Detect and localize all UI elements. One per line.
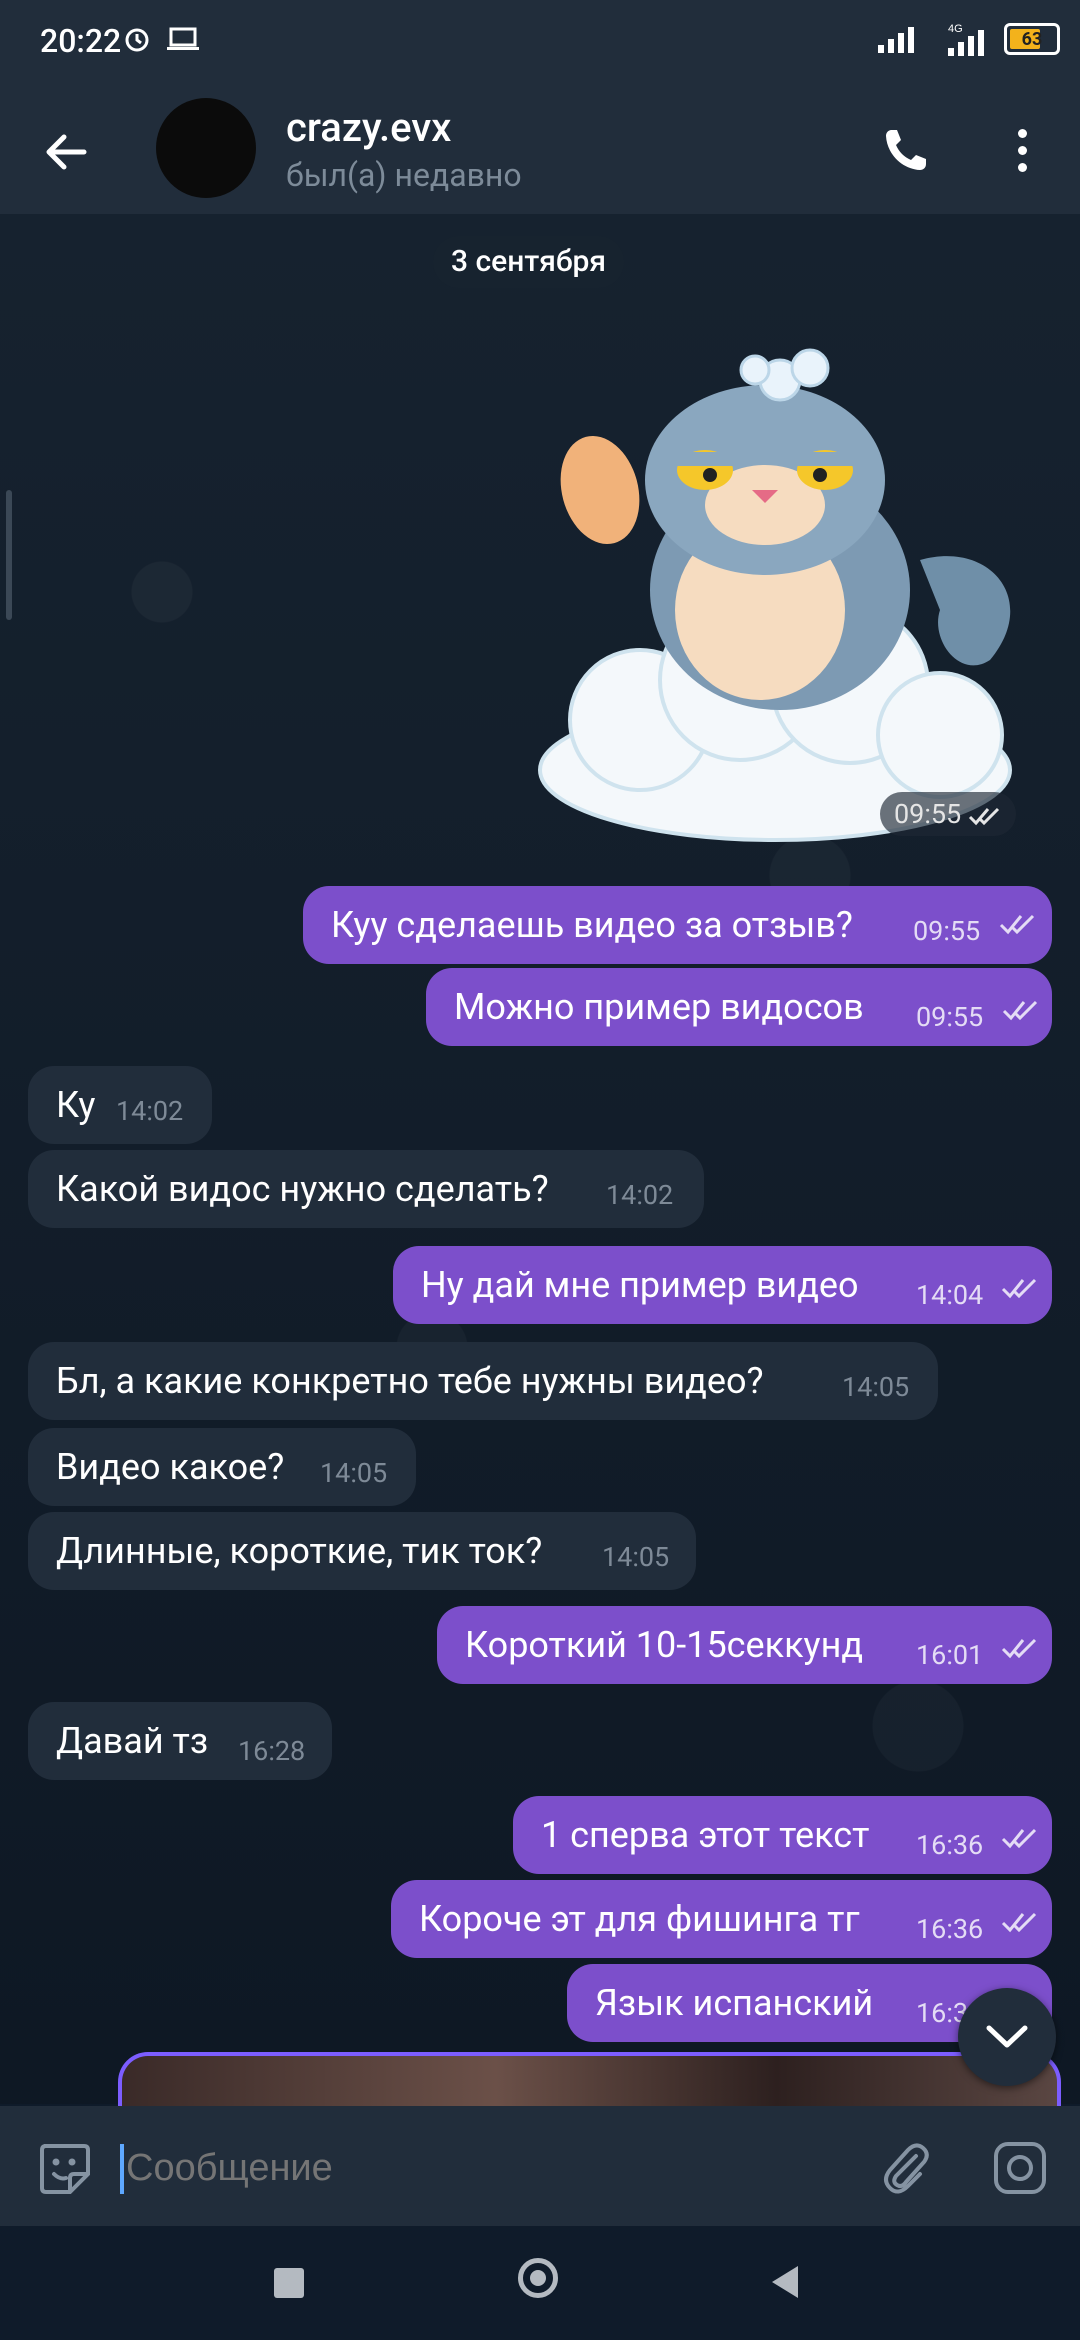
status-bar: 20:22 4G 63 xyxy=(0,0,1080,86)
message-bubble-outgoing[interactable]: Куу сделаешь видео за отзыв? 09:55 xyxy=(303,886,1052,964)
home-button[interactable] xyxy=(518,2258,558,2298)
more-options-button[interactable] xyxy=(1000,122,1044,178)
message-text: Короткий 10-15секкунд xyxy=(465,1624,864,1666)
message-time: 14:05 xyxy=(602,1541,670,1573)
message-input-bar xyxy=(0,2106,1080,2226)
message-input[interactable] xyxy=(124,2134,848,2202)
message-bubble-outgoing[interactable]: Ну дай мне пример видео 14:04 xyxy=(393,1246,1052,1324)
message-time: 14:04 xyxy=(916,1279,984,1311)
network-label: 4G xyxy=(948,23,963,35)
signal-icon xyxy=(878,27,914,53)
battery-icon: 63 xyxy=(1004,23,1060,55)
message-bubble-outgoing[interactable]: Короткий 10-15секкунд 16:01 xyxy=(437,1606,1052,1684)
avatar[interactable] xyxy=(156,98,256,198)
double-check-icon xyxy=(1001,1638,1037,1659)
more-vert-icon xyxy=(1017,128,1027,138)
system-back-button[interactable] xyxy=(772,2266,798,2298)
message-text: Короче эт для фишинга тг xyxy=(419,1898,860,1940)
message-text: Можно пример видосов xyxy=(454,986,864,1028)
system-nav-bar xyxy=(0,2226,1080,2340)
message-time: 16:01 xyxy=(916,1639,984,1671)
double-check-icon xyxy=(1001,1278,1037,1299)
message-bubble-incoming[interactable]: Какой видос нужно сделать? 14:02 xyxy=(28,1150,704,1228)
signal-4g-icon: 4G xyxy=(948,23,984,56)
message-time: 09:55 xyxy=(916,1001,984,1033)
date-separator: 3 сентября xyxy=(433,236,625,288)
message-bubble-incoming[interactable]: Ку 14:02 xyxy=(28,1066,212,1144)
message-time: 16:28 xyxy=(238,1735,306,1767)
recents-button[interactable] xyxy=(274,2268,304,2298)
sticker-image[interactable] xyxy=(520,340,1030,850)
message-bubble-outgoing[interactable]: 1 сперва этот текст 16:36 xyxy=(513,1796,1052,1874)
message-text: Ну дай мне пример видео xyxy=(421,1264,859,1306)
message-bubble-incoming[interactable]: Давай тз 16:28 xyxy=(28,1702,332,1780)
message-bubble-outgoing[interactable]: Короче эт для фишинга тг 16:36 xyxy=(391,1880,1052,1958)
chevron-down-icon xyxy=(986,2025,1028,2048)
laptop-icon xyxy=(167,27,199,50)
sticker-time-text: 09:55 xyxy=(894,798,962,830)
sticker-icon[interactable] xyxy=(34,2138,94,2198)
double-check-icon xyxy=(1002,1000,1038,1021)
scroll-down-button[interactable] xyxy=(958,1988,1056,2086)
attach-icon[interactable] xyxy=(876,2138,936,2198)
message-time: 14:02 xyxy=(606,1179,674,1211)
chat-header: crazy.evx был(а) недавно xyxy=(0,86,1080,214)
message-text: Видео какое? xyxy=(56,1446,285,1488)
message-text: Ку xyxy=(56,1084,96,1126)
message-time: 09:55 xyxy=(913,915,981,947)
double-check-icon xyxy=(1001,1912,1037,1933)
message-text: Длинные, короткие, тик ток? xyxy=(56,1530,543,1572)
alarm-icon xyxy=(125,28,149,52)
message-bubble-incoming[interactable]: Длинные, короткие, тик ток? 14:05 xyxy=(28,1512,696,1590)
message-text: Бл, а какие конкретно тебе нужны видео? xyxy=(56,1360,764,1402)
double-check-icon xyxy=(999,914,1035,935)
message-time: 14:05 xyxy=(320,1457,388,1489)
sticker-time: 09:55 xyxy=(880,792,1016,836)
message-bubble-incoming[interactable]: Бл, а какие конкретно тебе нужны видео? … xyxy=(28,1342,938,1420)
status-time: 20:22 xyxy=(40,22,122,60)
message-time: 16:36 xyxy=(916,1913,984,1945)
double-check-icon xyxy=(1001,1828,1037,1849)
message-bubble-outgoing[interactable]: Можно пример видосов 09:55 xyxy=(426,968,1052,1046)
message-time: 14:02 xyxy=(116,1095,184,1127)
camera-icon[interactable] xyxy=(990,2138,1050,2198)
message-text: 1 сперва этот текст xyxy=(541,1814,870,1856)
message-time: 16:36 xyxy=(916,1829,984,1861)
message-text: Какой видос нужно сделать? xyxy=(56,1168,549,1210)
scrollbar[interactable] xyxy=(6,490,12,620)
message-text: Куу сделаешь видео за отзыв? xyxy=(331,904,853,946)
battery-level: 63 xyxy=(1021,28,1043,50)
message-bubble-incoming[interactable]: Видео какое? 14:05 xyxy=(28,1428,416,1506)
message-text: Давай тз xyxy=(56,1720,209,1762)
message-time: 14:05 xyxy=(842,1371,910,1403)
contact-name[interactable]: crazy.evx xyxy=(286,104,451,151)
back-arrow-icon xyxy=(46,134,87,170)
phone-icon[interactable] xyxy=(878,122,934,178)
message-text: Язык испанский xyxy=(595,1982,874,2024)
contact-status: был(а) недавно xyxy=(286,156,522,194)
back-button[interactable] xyxy=(38,124,94,180)
double-check-icon xyxy=(968,807,1000,826)
